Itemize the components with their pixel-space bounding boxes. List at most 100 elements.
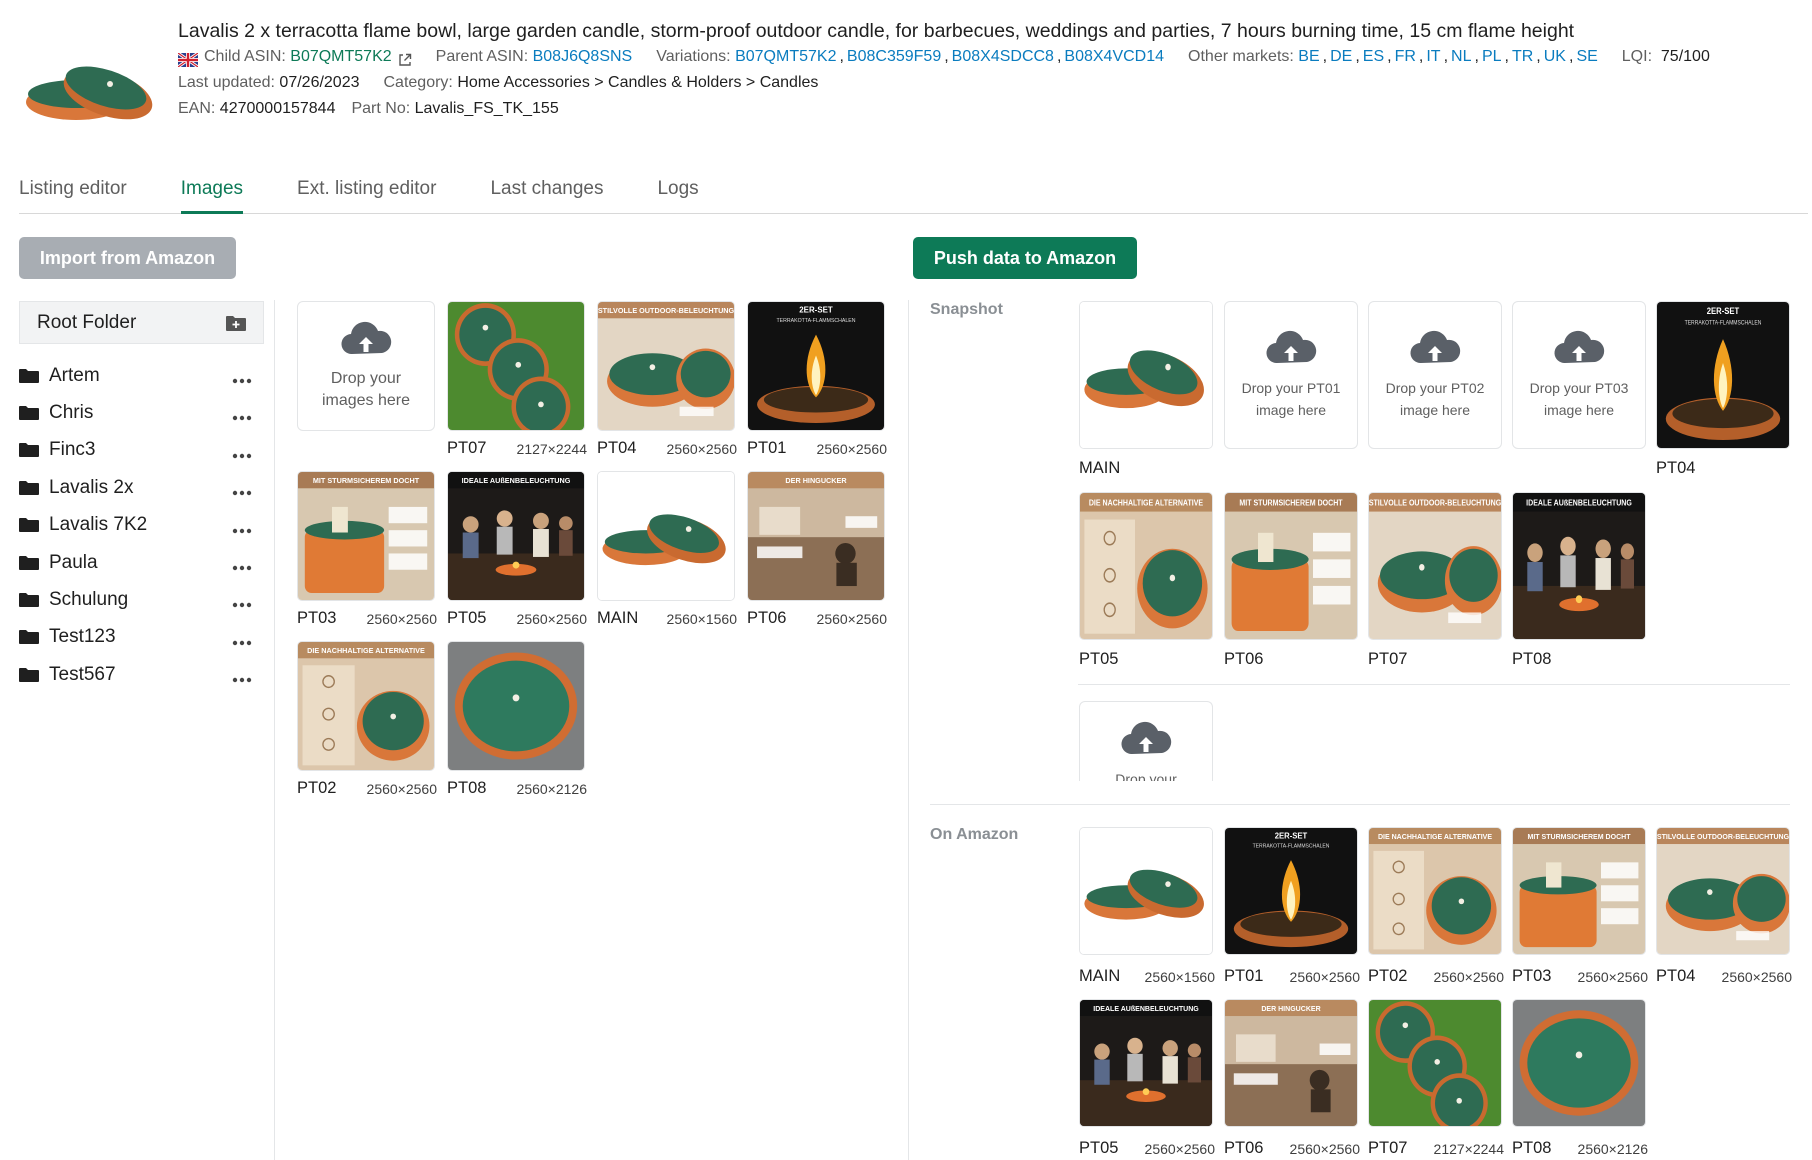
child-asin-link[interactable]: B07QMT57K2 xyxy=(290,44,391,70)
updated-line: Last updated: 07/26/2023 Category: Home … xyxy=(178,70,1792,96)
snapshot-image-card[interactable]: 2ER-SET TERRAKOTTA-FLAMMSCHALEN xyxy=(1656,301,1790,449)
market-link[interactable]: IT xyxy=(1426,48,1440,65)
on-amazon-image-card[interactable] xyxy=(1368,999,1502,1127)
tab-last-changes[interactable]: Last changes xyxy=(490,172,603,214)
add-folder-icon[interactable] xyxy=(225,314,247,332)
snapshot-image-card[interactable]: MIT STURMSICHEREM DOCHT xyxy=(1224,492,1358,640)
market-link[interactable]: SE xyxy=(1576,48,1597,65)
snapshot-drop-zone[interactable]: Drop your PT03 image here xyxy=(1512,301,1646,449)
folder-item[interactable]: Test123 xyxy=(19,619,264,656)
on-amazon-image-card[interactable] xyxy=(1079,827,1213,955)
more-options-icon[interactable] xyxy=(232,444,252,458)
more-options-icon[interactable] xyxy=(232,519,252,533)
on-amazon-image-card[interactable]: 2ER-SET TERRAKOTTA-FLAMMSCHALEN xyxy=(1224,827,1358,955)
more-options-icon[interactable] xyxy=(232,369,252,384)
more-options-icon[interactable] xyxy=(232,631,252,645)
market-link[interactable]: PL xyxy=(1482,48,1502,65)
snapshot-image-card[interactable]: STILVOLLE OUTDOOR-BELEUCHTUNG xyxy=(1368,492,1502,640)
more-options-icon[interactable] xyxy=(232,556,252,571)
image-dimensions: 2560×2560 xyxy=(366,611,437,627)
folder-icon xyxy=(19,517,39,533)
library-image-card[interactable]: DIE NACHHALTIGE ALTERNATIVE xyxy=(297,641,435,771)
list-separator: , xyxy=(1056,48,1062,65)
svg-text:TERRAKOTTA-FLAMMSCHALEN: TERRAKOTTA-FLAMMSCHALEN xyxy=(776,318,855,324)
thumbnail-image: IDEALE AUßENBELEUCHTUNG xyxy=(1080,1000,1212,1126)
thumbnail-image: MIT STURMSICHEREM DOCHT xyxy=(1513,828,1645,954)
snapshot-image-card[interactable]: IDEALE AUßENBELEUCHTUNG xyxy=(1512,492,1646,640)
snapshot-drop-zone[interactable]: Drop your PT01 image here xyxy=(1224,301,1358,449)
folder-item[interactable]: Artem xyxy=(19,357,264,394)
more-options-icon[interactable] xyxy=(232,481,252,496)
on-amazon-image-card[interactable]: STILVOLLE OUTDOOR-BELEUCHTUNG xyxy=(1656,827,1790,955)
folder-item[interactable]: Schulung xyxy=(19,581,264,618)
import-from-amazon-button[interactable]: Import from Amazon xyxy=(19,237,236,279)
image-slot-name: PT07 xyxy=(447,439,487,457)
market-link[interactable]: DE xyxy=(1330,48,1352,65)
thumbnail-image xyxy=(1369,1000,1501,1126)
category-label: Category: xyxy=(383,74,453,91)
root-folder[interactable]: Root Folder xyxy=(19,301,264,344)
push-data-to-amazon-button[interactable]: Push data to Amazon xyxy=(913,237,1137,279)
library-image-card[interactable] xyxy=(597,471,735,601)
market-link[interactable]: FR xyxy=(1395,48,1416,65)
variation-link[interactable]: B08C359F59 xyxy=(847,48,941,65)
market-link[interactable]: NL xyxy=(1451,48,1471,65)
library-image-card[interactable]: IDEALE AUßENBELEUCHTUNG xyxy=(447,471,585,601)
tab-images[interactable]: Images xyxy=(180,172,244,214)
on-amazon-image-card[interactable]: DER HINGUCKER xyxy=(1224,999,1358,1127)
part-no-value: Lavalis_FS_TK_155 xyxy=(414,100,559,117)
root-folder-label: Root Folder xyxy=(37,311,137,333)
library-drop-zone[interactable]: Drop your images here xyxy=(297,301,435,431)
market-link[interactable]: UK xyxy=(1544,48,1566,65)
folder-item[interactable]: Paula xyxy=(19,544,264,581)
library-image-card[interactable] xyxy=(447,641,585,771)
library-image-card[interactable]: STILVOLLE OUTDOOR-BELEUCHTUNG xyxy=(597,301,735,431)
image-dimensions: 2560×1560 xyxy=(1144,969,1215,985)
tab-logs[interactable]: Logs xyxy=(657,172,698,214)
market-link[interactable]: ES xyxy=(1363,48,1384,65)
market-link[interactable]: BE xyxy=(1298,48,1319,65)
snapshot-extra-drop-zone[interactable]: Drop your xyxy=(1079,701,1213,781)
snapshot-drop-zone[interactable]: Drop your PT02 image here xyxy=(1368,301,1502,449)
folder-item[interactable]: Lavalis 7K2 xyxy=(19,507,264,544)
image-slot-name: PT08 xyxy=(447,779,487,797)
on-amazon-image-card[interactable] xyxy=(1512,999,1646,1127)
more-options-icon[interactable] xyxy=(232,406,252,421)
svg-text:DIE NACHHALTIGE ALTERNATIVE: DIE NACHHALTIGE ALTERNATIVE xyxy=(1378,833,1492,841)
external-link-icon[interactable] xyxy=(398,50,412,66)
library-image-card[interactable]: 2ER-SET TERRAKOTTA-FLAMMSCHALEN xyxy=(747,301,885,431)
library-image-card[interactable]: DER HINGUCKER xyxy=(747,471,885,601)
divider xyxy=(908,300,909,1160)
other-markets-list: BE, DE, ES, FR, IT, NL, PL, TR, UK, SE xyxy=(1298,44,1597,70)
variation-link[interactable]: B08X4SDCC8 xyxy=(952,48,1054,65)
image-slot-name: PT07 xyxy=(1368,1139,1408,1157)
variation-link[interactable]: B08X4VCD14 xyxy=(1064,48,1164,65)
parent-asin-link[interactable]: B08J6Q8SNS xyxy=(533,44,633,70)
on-amazon-image-card[interactable]: IDEALE AUßENBELEUCHTUNG xyxy=(1079,999,1213,1127)
snapshot-image-card[interactable] xyxy=(1079,301,1213,449)
snapshot-image-card[interactable]: DIE NACHHALTIGE ALTERNATIVE xyxy=(1079,492,1213,640)
svg-text:IDEALE AUßENBELEUCHTUNG: IDEALE AUßENBELEUCHTUNG xyxy=(1526,498,1632,508)
more-options-icon[interactable] xyxy=(232,593,252,608)
more-options-icon[interactable] xyxy=(232,668,252,683)
ean-line: EAN: 4270000157844 Part No: Lavalis_FS_T… xyxy=(178,96,1792,122)
library-image-card[interactable] xyxy=(447,301,585,431)
folder-item[interactable]: Finc3 xyxy=(19,432,264,469)
list-separator: , xyxy=(1443,48,1449,65)
folder-label: Paula xyxy=(49,551,98,573)
image-slot-name: PT06 xyxy=(747,609,787,627)
folder-item[interactable]: Lavalis 2x xyxy=(19,469,264,506)
library-image-card[interactable]: MIT STURMSICHEREM DOCHT xyxy=(297,471,435,601)
svg-text:IDEALE AUßENBELEUCHTUNG: IDEALE AUßENBELEUCHTUNG xyxy=(462,476,571,485)
tab-listing-editor[interactable]: Listing editor xyxy=(19,172,127,214)
list-separator: , xyxy=(1568,48,1574,65)
on-amazon-image-card[interactable]: DIE NACHHALTIGE ALTERNATIVE xyxy=(1368,827,1502,955)
variation-link[interactable]: B07QMT57K2 xyxy=(735,48,836,65)
market-link[interactable]: TR xyxy=(1512,48,1533,65)
on-amazon-image-card[interactable]: MIT STURMSICHEREM DOCHT xyxy=(1512,827,1646,955)
svg-text:IDEALE AUßENBELEUCHTUNG: IDEALE AUßENBELEUCHTUNG xyxy=(1093,1005,1199,1013)
folder-item[interactable]: Test567 xyxy=(19,656,264,693)
list-separator: , xyxy=(839,48,844,65)
folder-item[interactable]: Chris xyxy=(19,394,264,431)
tab-ext-listing-editor[interactable]: Ext. listing editor xyxy=(297,172,436,214)
